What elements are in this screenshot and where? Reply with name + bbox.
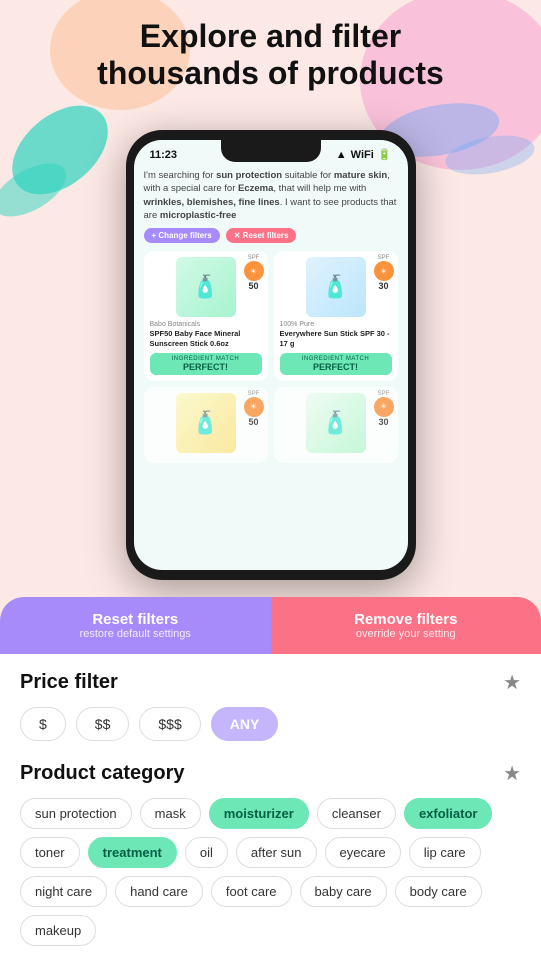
match-value: PERFECT!: [284, 362, 388, 372]
reset-filters-label: Reset filters: [8, 611, 263, 628]
products-grid: SPF ☀ 50 🧴 Babo Botanicals SPF50 Baby Fa…: [144, 251, 398, 463]
spf-badge: SPF ☀ 50: [244, 391, 264, 427]
spf-badge: SPF ☀ 30: [374, 255, 394, 291]
tag-toner[interactable]: toner: [20, 837, 80, 868]
reset-filters-top-button[interactable]: ✕ Reset filters: [226, 228, 297, 243]
tag-night-care[interactable]: night care: [20, 876, 107, 907]
hero-title-container: Explore and filter thousands of products: [0, 18, 541, 92]
tag-oil[interactable]: oil: [185, 837, 228, 868]
product-name: SPF50 Baby Face Mineral Sunscreen Stick …: [150, 329, 262, 349]
tag-treatment[interactable]: treatment: [88, 837, 177, 868]
price-filter-title: Price filter: [20, 671, 118, 694]
hero-title-line2: thousands of products: [97, 55, 444, 91]
tag-after-sun[interactable]: after sun: [236, 837, 317, 868]
product-image: 🧴: [176, 393, 236, 453]
spf-shield-icon: ☀: [374, 261, 394, 281]
ingredient-match-badge: INGREDIENT MATCH PERFECT!: [280, 353, 392, 375]
action-buttons-row: Reset filters restore default settings R…: [0, 597, 541, 654]
product-image: 🧴: [306, 257, 366, 317]
product-name: Everywhere Sun Stick SPF 30 - 17 g: [280, 329, 392, 349]
change-filters-button[interactable]: + Change filters: [144, 228, 220, 243]
remove-filters-label: Remove filters: [279, 611, 534, 628]
spf-shield-icon: ☀: [244, 397, 264, 417]
tag-lip-care[interactable]: lip care: [409, 837, 481, 868]
phone-notch: [221, 140, 321, 162]
spf-shield-icon: ☀: [244, 261, 264, 281]
spf-badge: SPF ☀ 50: [244, 255, 264, 291]
tag-body-care[interactable]: body care: [395, 876, 482, 907]
filter-button-row: + Change filters ✕ Reset filters: [144, 228, 398, 243]
product-image: 🧴: [176, 257, 236, 317]
tag-hand-care[interactable]: hand care: [115, 876, 203, 907]
ingredient-match-badge: INGREDIENT MATCH PERFECT!: [150, 353, 262, 375]
tag-sun-protection[interactable]: sun protection: [20, 798, 132, 829]
price-dollar-dollar-dollar-button[interactable]: $$$: [139, 707, 200, 741]
price-dollar-button[interactable]: $: [20, 707, 66, 741]
product-card[interactable]: SPF ☀ 50 🧴 Babo Botanicals SPF50 Baby Fa…: [144, 251, 268, 381]
match-value: PERFECT!: [154, 362, 258, 372]
reset-filters-sub: restore default settings: [8, 628, 263, 640]
product-category-title: Product category: [20, 762, 184, 785]
reset-filters-bottom-button[interactable]: Reset filters restore default settings: [0, 597, 271, 654]
phone-content: I'm searching for sun protection suitabl…: [134, 163, 408, 471]
tag-moisturizer[interactable]: moisturizer: [209, 798, 309, 829]
remove-filters-button[interactable]: Remove filters override your setting: [271, 597, 541, 654]
product-card[interactable]: SPF ☀ 50 🧴: [144, 387, 268, 463]
spf-badge: SPF ☀ 30: [374, 391, 394, 427]
tag-exfoliator[interactable]: exfoliator: [404, 798, 493, 829]
product-category-star-icon[interactable]: ★: [503, 761, 521, 786]
category-tags: sun protection mask moisturizer cleanser…: [20, 798, 521, 946]
spf-shield-icon: ☀: [374, 397, 394, 417]
tag-baby-care[interactable]: baby care: [300, 876, 387, 907]
price-buttons: $ $$ $$$ ANY: [20, 707, 521, 741]
price-filter-header: Price filter ★: [20, 670, 521, 695]
bottom-panel: Reset filters restore default settings R…: [0, 597, 541, 962]
tag-mask[interactable]: mask: [140, 798, 201, 829]
phone-screen: 11:23 ▲ WiFi 🔋 I'm searching for sun pro…: [134, 140, 408, 570]
search-query-text: I'm searching for sun protection suitabl…: [144, 169, 398, 222]
price-dollar-dollar-button[interactable]: $$: [76, 707, 130, 741]
product-card[interactable]: SPF ☀ 30 🧴 100% Pure Everywhere Sun Stic…: [274, 251, 398, 381]
hero-title-line1: Explore and filter: [140, 18, 401, 54]
tag-makeup[interactable]: makeup: [20, 915, 96, 946]
panel-body: Price filter ★ $ $$ $$$ ANY Product cate…: [0, 654, 541, 962]
product-brand: 100% Pure: [280, 321, 392, 328]
status-icons: ▲ WiFi 🔋: [336, 148, 392, 161]
tag-foot-care[interactable]: foot care: [211, 876, 292, 907]
product-image: 🧴: [306, 393, 366, 453]
tag-eyecare[interactable]: eyecare: [325, 837, 401, 868]
product-card[interactable]: SPF ☀ 30 🧴: [274, 387, 398, 463]
product-brand: Babo Botanicals: [150, 321, 262, 328]
remove-filters-sub: override your setting: [279, 628, 534, 640]
status-time: 11:23: [150, 149, 178, 161]
product-category-header: Product category ★: [20, 761, 521, 786]
phone-mockup: 11:23 ▲ WiFi 🔋 I'm searching for sun pro…: [126, 130, 416, 580]
tag-cleanser[interactable]: cleanser: [317, 798, 396, 829]
price-any-button[interactable]: ANY: [211, 707, 279, 741]
price-filter-star-icon[interactable]: ★: [503, 670, 521, 695]
